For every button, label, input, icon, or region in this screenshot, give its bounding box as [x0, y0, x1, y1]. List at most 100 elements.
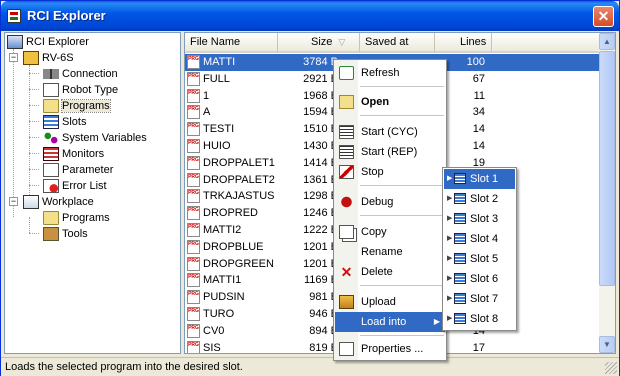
tree-item-connection[interactable]: Connection	[43, 66, 118, 82]
tree-item-workplace[interactable]: Workplace	[23, 194, 94, 210]
connection-icon	[43, 69, 59, 80]
submenu-item-slot-7[interactable]: ▶ Slot 7	[444, 289, 515, 309]
folder-icon	[43, 211, 59, 226]
start-repeat-icon	[339, 145, 354, 159]
refresh-icon	[339, 66, 354, 80]
slot-icon	[454, 213, 466, 224]
column-header-filler	[492, 33, 601, 53]
tree-item-system-variables[interactable]: System Variables	[43, 130, 147, 146]
menu-item-refresh[interactable]: Refresh	[335, 63, 445, 83]
submenu-item-slot-8[interactable]: ▶ Slot 8	[444, 309, 515, 329]
variables-icon	[43, 131, 59, 146]
menu-item-start-cyc[interactable]: Start (CYC)	[335, 122, 445, 142]
tree-item-programs[interactable]: Programs	[43, 98, 111, 114]
tree-item-tools[interactable]: Tools	[43, 226, 88, 242]
program-file-icon: PRG	[187, 105, 200, 120]
resize-grip-icon[interactable]	[605, 362, 617, 374]
program-file-icon: PRG	[187, 155, 200, 170]
submenu-item-slot-6[interactable]: ▶ Slot 6	[444, 269, 515, 289]
column-header-file-name[interactable]: File Name	[185, 33, 278, 53]
submenu-item-slot-4[interactable]: ▶ Slot 4	[444, 229, 515, 249]
program-file-icon: PRG	[187, 307, 200, 321]
tree-item-rv6s[interactable]: RV-6S	[23, 50, 74, 66]
submenu-item-slot-2[interactable]: ▶ Slot 2	[444, 189, 515, 209]
document-icon	[43, 83, 59, 98]
upload-icon	[339, 295, 354, 309]
submenu-item-slot-1[interactable]: ▶ Slot 1	[444, 169, 515, 189]
submenu-item-slot-3[interactable]: ▶ Slot 3	[444, 209, 515, 229]
menu-item-debug[interactable]: Debug	[335, 192, 445, 212]
program-file-icon: PRG	[187, 139, 200, 153]
stop-icon	[339, 165, 354, 179]
delete-icon: ✕	[340, 264, 353, 280]
menu-item-load-into[interactable]: Load into ▶	[335, 312, 445, 332]
program-file-icon: PRG	[187, 88, 200, 103]
tree-item-monitors[interactable]: Monitors	[43, 146, 104, 162]
program-file-icon: PRG	[187, 290, 200, 305]
cell-name: SIS	[203, 341, 221, 354]
menu-item-stop[interactable]: Stop	[335, 162, 445, 182]
scroll-thumb[interactable]	[599, 51, 615, 286]
tree-item-slots[interactable]: Slots	[43, 114, 86, 130]
program-file-icon: PRG	[187, 273, 200, 288]
slots-icon	[43, 115, 59, 130]
tree-item-rci-explorer[interactable]: RCI Explorer	[7, 34, 89, 50]
tools-icon	[43, 227, 59, 242]
scroll-down-button[interactable]: ▼	[599, 336, 615, 353]
cell-name: MATTI1	[203, 274, 242, 287]
monitor-icon	[43, 147, 59, 162]
column-header-size[interactable]: Size ▽	[278, 33, 360, 53]
cell-name: DROPPALET1	[203, 156, 275, 169]
cell-name: TRKAJASTUS	[203, 190, 275, 203]
cell-name: TURO	[203, 308, 235, 320]
explorer-tree[interactable]: RCI Explorer − RV-6S Connection Robot Ty…	[4, 32, 181, 354]
cell-size: 2921 B	[303, 72, 338, 85]
program-file-icon: PRG	[187, 172, 200, 187]
cell-size: 894 B	[309, 324, 338, 337]
cell-name: FULL	[203, 72, 230, 85]
vertical-scrollbar[interactable]: ▲ ▼	[599, 33, 615, 353]
menu-item-copy[interactable]: Copy	[335, 222, 445, 242]
tree-item-error-list[interactable]: Error List	[43, 178, 107, 194]
program-file-icon: PRG	[187, 340, 200, 353]
menu-item-rename[interactable]: Rename	[335, 242, 445, 262]
menu-item-properties[interactable]: Properties ...	[335, 339, 445, 359]
submenu-item-slot-5[interactable]: ▶ Slot 5	[444, 249, 515, 269]
tree-item-robot-type[interactable]: Robot Type	[43, 82, 118, 98]
robot-icon	[23, 51, 39, 66]
menu-item-delete[interactable]: ✕ Delete	[335, 262, 445, 282]
column-header-saved-at[interactable]: Saved at	[360, 33, 435, 53]
cell-name: DROPBLUE	[203, 240, 264, 253]
cell-size: 946 B	[309, 308, 338, 320]
program-file-icon: PRG	[187, 71, 200, 86]
cell-name: HUIO	[203, 140, 231, 152]
status-bar: Loads the selected program into the desi…	[1, 357, 619, 376]
cell-size: 1169 B	[303, 274, 338, 287]
scroll-up-button[interactable]: ▲	[599, 33, 615, 50]
cell-size: 1968 B	[303, 89, 338, 102]
tree-item-parameter[interactable]: Parameter	[43, 162, 113, 178]
collapse-rv6s-toggle[interactable]: −	[9, 53, 18, 62]
column-header-lines[interactable]: Lines	[435, 33, 492, 53]
cell-name: DROPPALET2	[203, 173, 275, 186]
parameter-icon	[43, 163, 59, 178]
start-cycle-icon	[339, 125, 354, 139]
status-text: Loads the selected program into the desi…	[5, 361, 243, 373]
tree-item-workplace-programs[interactable]: Programs	[43, 210, 110, 226]
title-bar[interactable]: RCI Explorer ✕	[1, 1, 619, 31]
close-button[interactable]: ✕	[593, 6, 614, 27]
cell-size: 1201 B	[303, 257, 338, 270]
debug-icon	[339, 195, 354, 209]
cell-size: 1510 B	[303, 123, 338, 136]
menu-item-open[interactable]: Open	[335, 92, 445, 112]
slot-icon	[454, 233, 466, 244]
program-file-icon: PRG	[187, 189, 200, 204]
menu-item-upload[interactable]: Upload	[335, 292, 445, 312]
menu-item-start-rep[interactable]: Start (REP)	[335, 142, 445, 162]
program-file-icon: PRG	[187, 122, 200, 137]
program-file-icon: PRG	[187, 223, 200, 237]
cell-name: MATTI	[203, 56, 236, 68]
cell-name: PUDSIN	[203, 291, 245, 304]
collapse-workplace-toggle[interactable]: −	[9, 197, 18, 206]
cell-size: 1361 B	[303, 173, 338, 186]
